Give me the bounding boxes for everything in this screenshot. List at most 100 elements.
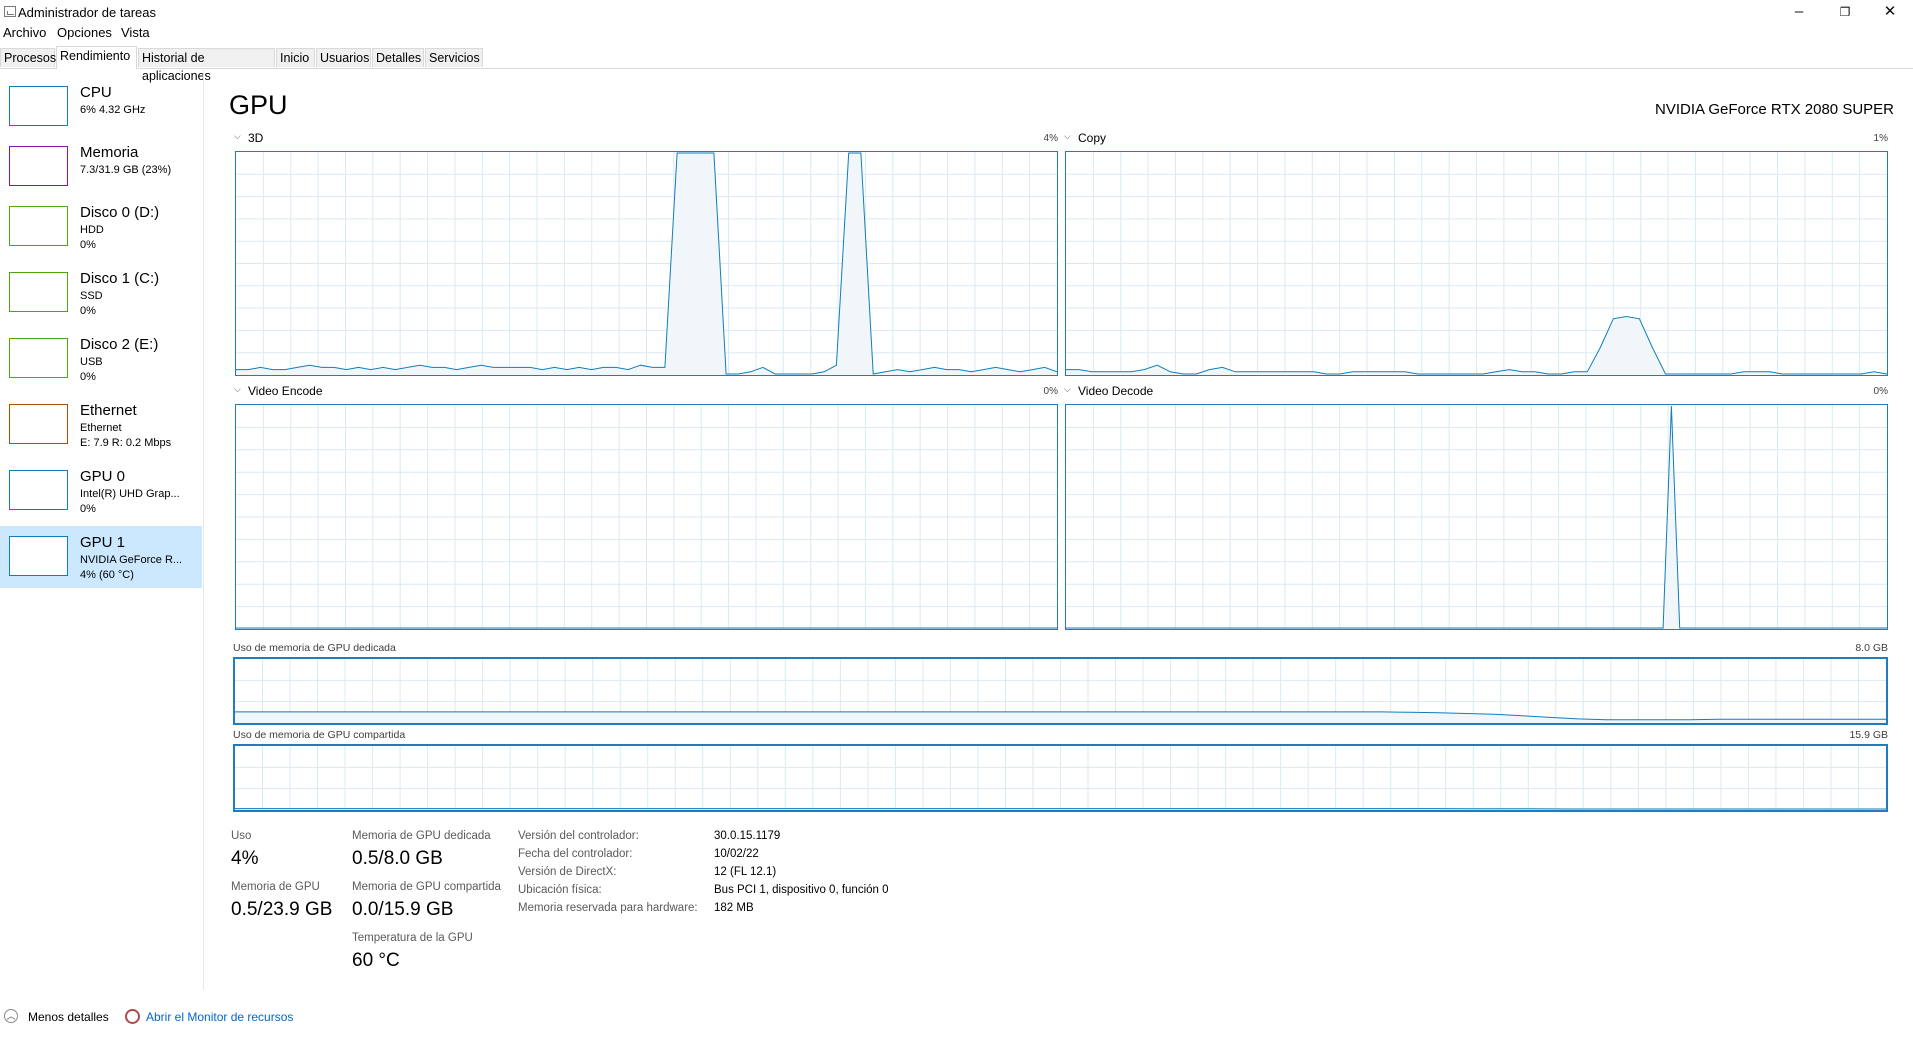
dedicated-memory-max: 8.0 GB	[1855, 642, 1888, 654]
sidebar-item-detail: 6% 4.32 GHz	[80, 104, 146, 116]
tab-rendimiento[interactable]: Rendimiento	[56, 46, 137, 69]
shared-memory-label: Uso de memoria de GPU compartida	[233, 729, 406, 741]
chevron-down-icon[interactable]: ⌵	[1064, 131, 1071, 142]
graph-canvas	[1066, 405, 1887, 629]
sidebar-item-gpu-1[interactable]: GPU 1 NVIDIA GeForce R... 4% (60 °C)	[0, 526, 202, 588]
restore-button[interactable]: ❐	[1822, 0, 1868, 24]
graph-video-encode	[235, 404, 1058, 630]
sidebar-item-detail: Intel(R) UHD Grap...	[80, 488, 180, 500]
graph-canvas	[235, 659, 1886, 723]
graph-3d	[235, 151, 1058, 376]
chevron-down-icon[interactable]: ⌵	[234, 384, 241, 395]
reserved-memory-label: Memoria reservada para hardware:	[518, 902, 698, 914]
shared-memory-stat-label: Memoria de GPU compartida	[352, 881, 501, 893]
graph-canvas	[1066, 152, 1887, 375]
resource-sidebar: CPU 6% 4.32 GHz Memoria 7.3/31.9 GB (23%) Di…	[0, 70, 202, 1000]
driver-version-label: Versión del controlador:	[518, 830, 639, 842]
sidebar-item-title: CPU	[80, 84, 112, 101]
chevron-down-icon[interactable]: ⌵	[234, 131, 241, 142]
gpu-memory-value: 0.5/23.9 GB	[231, 899, 333, 920]
temperature-label: Temperatura de la GPU	[352, 932, 473, 944]
usage-label: Uso	[231, 830, 252, 842]
temperature-value: 60 °C	[352, 950, 400, 971]
sidebar-item-detail: USB	[80, 356, 103, 368]
sidebar-item-detail: 0%	[80, 239, 96, 251]
window-title: Administrador de tareas	[18, 5, 157, 20]
sidebar-item-title: Disco 2 (E:)	[80, 336, 159, 353]
shared-memory-max: 15.9 GB	[1849, 729, 1888, 741]
sidebar-item-title: GPU 0	[80, 468, 126, 485]
sidebar-item-title: Disco 0 (D:)	[80, 204, 160, 221]
tab-inicio[interactable]: Inicio	[276, 48, 315, 67]
sidebar-thumbnail	[9, 338, 68, 378]
task-manager-icon	[4, 6, 16, 17]
graph-value-video-decode: 0%	[1873, 386, 1888, 397]
tab-historial[interactable]: Historial de aplicaciones	[138, 48, 275, 83]
directx-version-value: 12 (FL 12.1)	[714, 866, 777, 878]
sidebar-item-detail: 0%	[80, 371, 96, 383]
directx-version-label: Versión de DirectX:	[518, 866, 617, 878]
sidebar-item-detail: SSD	[80, 290, 103, 302]
dedicated-memory-stat-value: 0.5/8.0 GB	[352, 848, 443, 869]
driver-date-value: 10/02/22	[714, 848, 759, 860]
sidebar-item-ethernet[interactable]: Ethernet Ethernet E: 7.9 R: 0.2 Mbps	[0, 394, 202, 454]
close-button[interactable]: ✕	[1867, 0, 1913, 24]
physical-location-value: Bus PCI 1, dispositivo 0, función 0	[714, 884, 889, 896]
sidebar-item-title: Memoria	[80, 144, 139, 161]
shared-memory-stat-value: 0.0/15.9 GB	[352, 899, 454, 920]
sidebar-item-detail: 7.3/31.9 GB (23%)	[80, 164, 172, 176]
sidebar-thumbnail	[9, 272, 68, 312]
tab-servicios[interactable]: Servicios	[425, 48, 483, 67]
sidebar-thumbnail	[9, 470, 68, 510]
sidebar-thumbnail	[9, 536, 68, 576]
sidebar-item-detail: HDD	[80, 224, 104, 236]
graph-label-video-encode[interactable]: Video Encode	[248, 384, 323, 398]
driver-version-value: 30.0.15.1179	[714, 830, 781, 842]
graph-value-copy: 1%	[1873, 133, 1888, 144]
sidebar-item-disco-2-e[interactable]: Disco 2 (E:) USB 0%	[0, 328, 202, 388]
graph-value-video-encode: 0%	[1043, 386, 1058, 397]
menu-archivo[interactable]: Archivo	[3, 25, 46, 40]
graph-copy	[1065, 151, 1888, 376]
graph-canvas	[235, 746, 1886, 810]
sidebar-item-detail: E: 7.9 R: 0.2 Mbps	[80, 437, 172, 449]
graph-video-decode	[1065, 404, 1888, 630]
sidebar-divider	[203, 70, 204, 990]
sidebar-item-disco-1-c[interactable]: Disco 1 (C:) SSD 0%	[0, 262, 202, 322]
sidebar-item-memoria[interactable]: Memoria 7.3/31.9 GB (23%)	[0, 136, 202, 190]
tab-usuarios[interactable]: Usuarios	[316, 48, 371, 67]
dedicated-memory-label: Uso de memoria de GPU dedicada	[233, 642, 396, 654]
resource-monitor-icon[interactable]	[125, 1009, 140, 1024]
tab-bar: Procesos Rendimiento Historial de aplica…	[0, 46, 1913, 83]
device-name: NVIDIA GeForce RTX 2080 SUPER	[1655, 101, 1894, 118]
graph-value-3d: 4%	[1043, 133, 1058, 144]
sidebar-thumbnail	[9, 86, 68, 126]
tab-procesos[interactable]: Procesos	[0, 48, 56, 67]
dedicated-memory-graph	[233, 657, 1888, 725]
sidebar-item-cpu[interactable]: CPU 6% 4.32 GHz	[0, 76, 202, 128]
sidebar-item-detail: NVIDIA GeForce R...	[80, 554, 183, 566]
sidebar-item-title: GPU 1	[80, 534, 126, 551]
chevron-down-icon[interactable]: ⌵	[1064, 384, 1071, 395]
graph-label-copy[interactable]: Copy	[1078, 131, 1106, 145]
tab-detalles[interactable]: Detalles	[372, 48, 424, 67]
title-bar[interactable]: Administrador de tareas – ❐ ✕	[0, 0, 1913, 24]
graph-label-video-decode[interactable]: Video Decode	[1078, 384, 1153, 398]
reserved-memory-value: 182 MB	[714, 902, 754, 914]
menu-opciones[interactable]: Opciones	[57, 25, 112, 40]
physical-location-label: Ubicación física:	[518, 884, 602, 896]
sidebar-item-disco-0-d[interactable]: Disco 0 (D:) HDD 0%	[0, 196, 202, 256]
graph-label-3d[interactable]: 3D	[248, 131, 263, 145]
menu-vista[interactable]: Vista	[121, 25, 150, 40]
sidebar-item-title: Disco 1 (C:)	[80, 270, 160, 287]
sidebar-thumbnail	[9, 206, 68, 246]
sidebar-item-gpu-0[interactable]: GPU 0 Intel(R) UHD Grap... 0%	[0, 460, 202, 520]
resource-monitor-link[interactable]: Abrir el Monitor de recursos	[146, 1010, 293, 1024]
dedicated-memory-stat-label: Memoria de GPU dedicada	[352, 830, 491, 842]
usage-value: 4%	[231, 848, 259, 869]
sidebar-item-title: Ethernet	[80, 402, 137, 419]
minimize-button[interactable]: –	[1776, 0, 1822, 24]
gpu-memory-label: Memoria de GPU	[231, 881, 320, 893]
fewer-details-link[interactable]: Menos detalles	[28, 1010, 109, 1024]
chevron-up-icon[interactable]: ︿	[4, 1009, 18, 1023]
